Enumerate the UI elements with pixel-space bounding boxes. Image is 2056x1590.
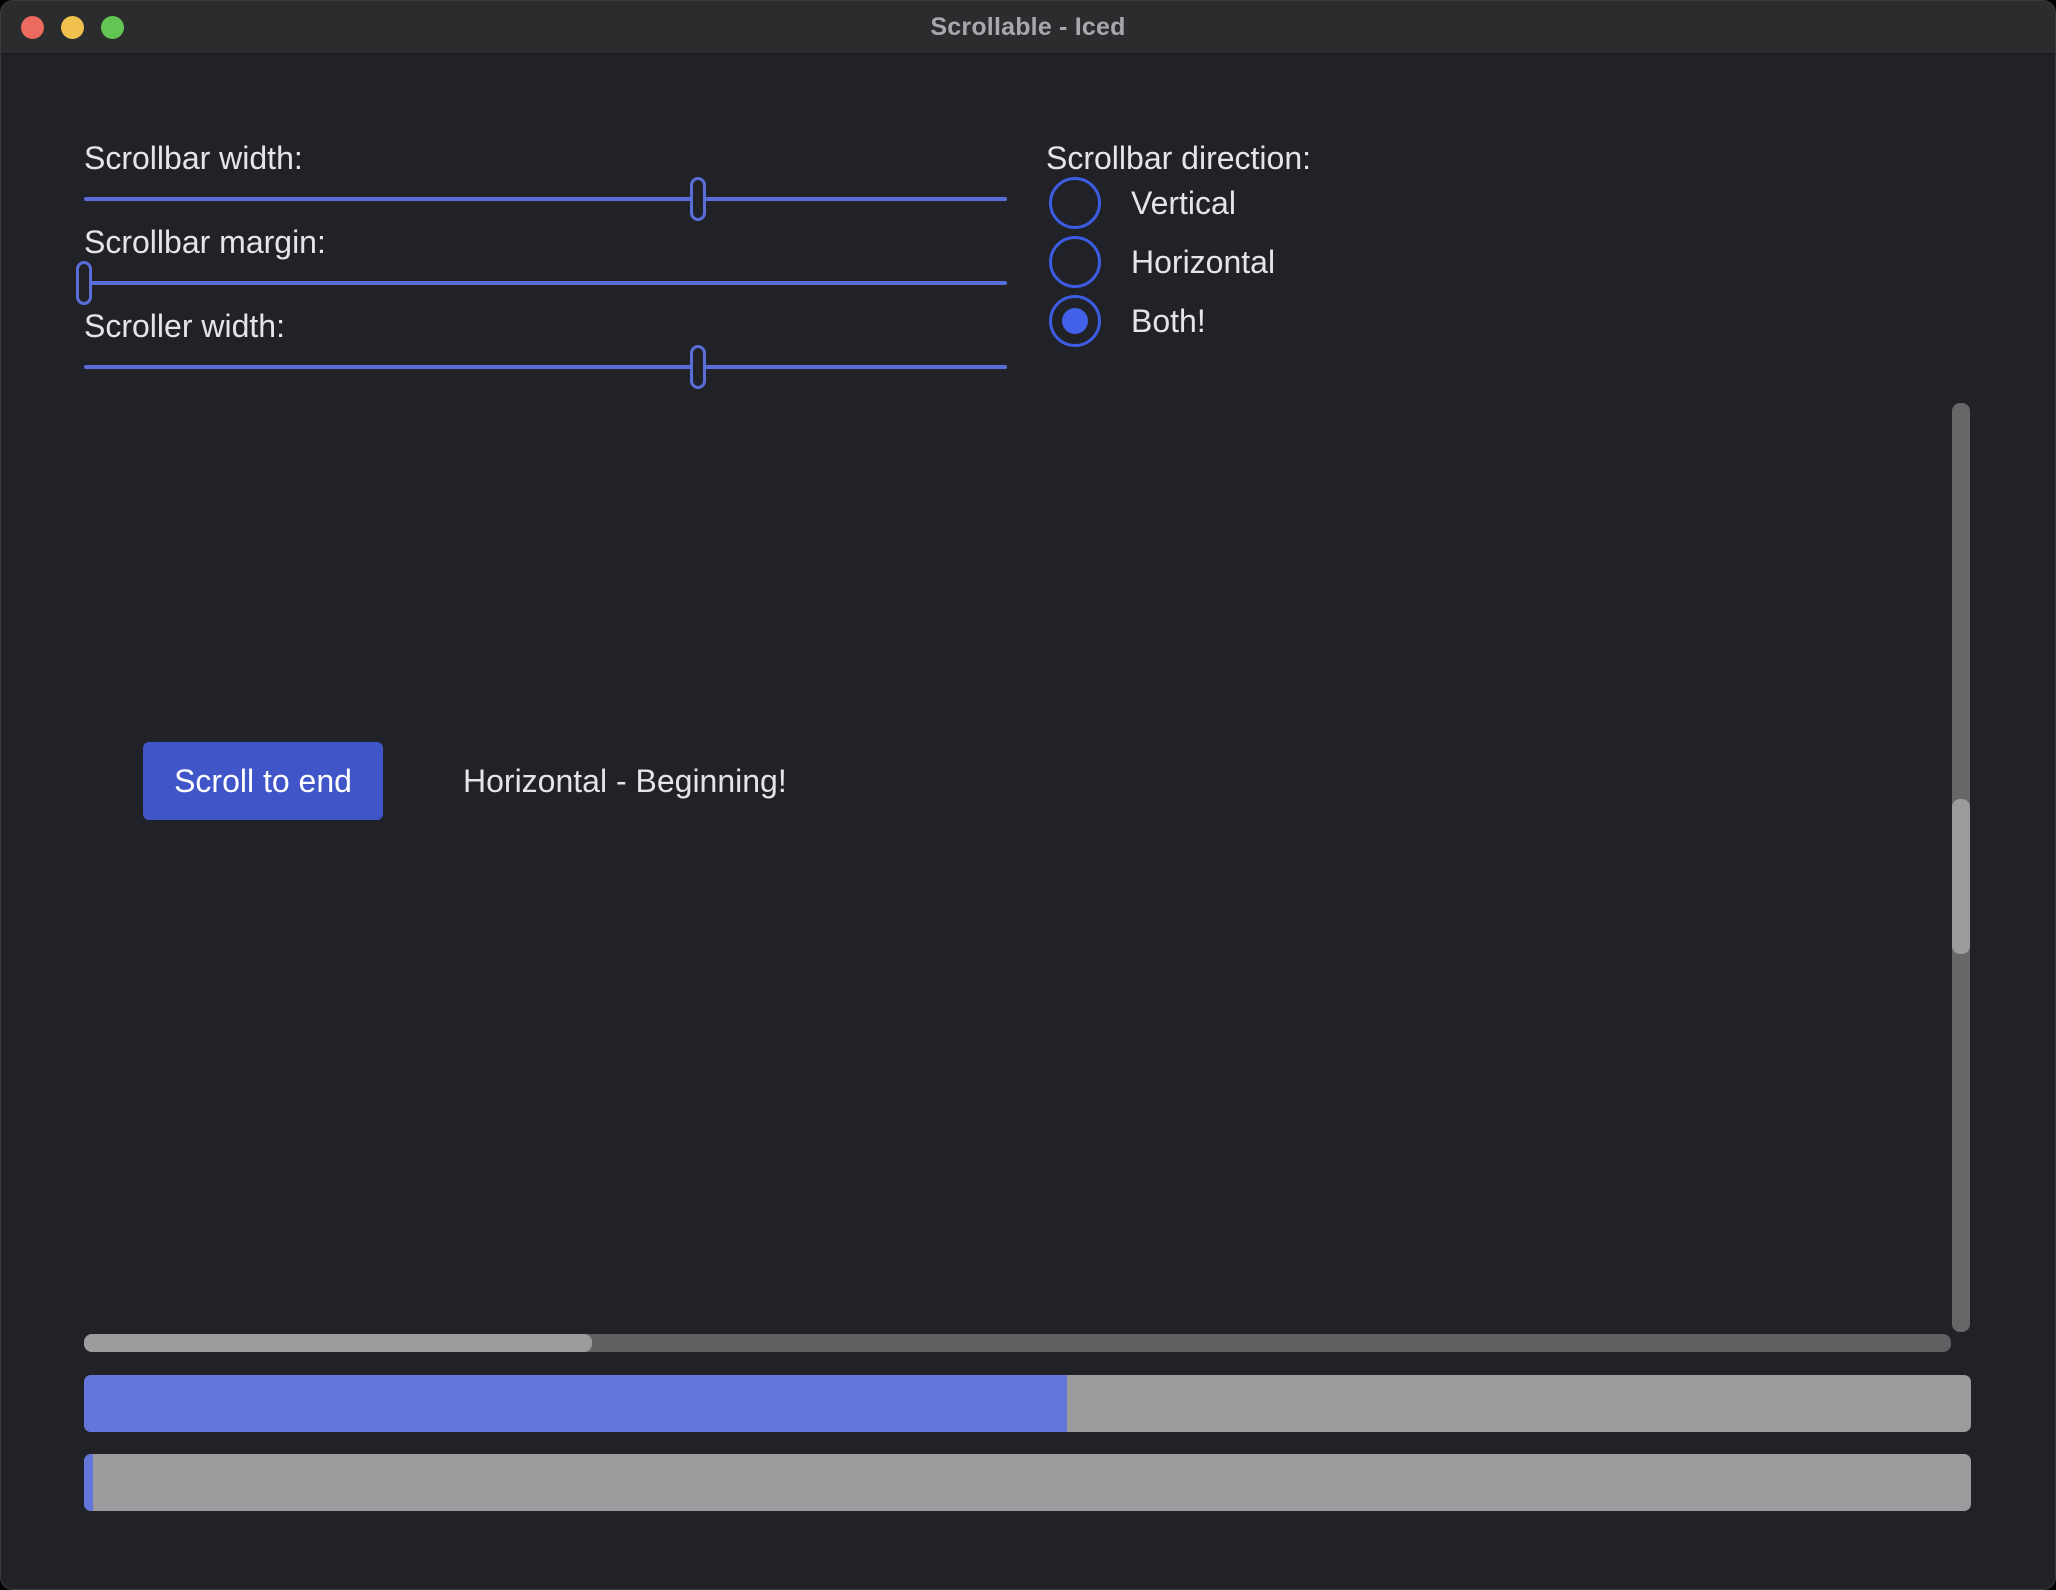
slider-rail[interactable] (84, 365, 1007, 369)
horizontal-scrollbar-thumb[interactable] (84, 1334, 592, 1352)
app-window: Scrollable - Iced Scrollbar width: Scrol… (0, 0, 2056, 1590)
scroll-to-end-button[interactable]: Scroll to end (143, 742, 383, 820)
window-title: Scrollable - Iced (930, 13, 1125, 42)
radio-option-both[interactable]: Both! (1049, 294, 1206, 348)
radio-circle-icon[interactable] (1049, 177, 1101, 229)
vertical-scrollbar-track[interactable] (1952, 403, 1970, 1332)
horizontal-scrollbar-track[interactable] (84, 1334, 1951, 1352)
scrollbar-margin-label: Scrollbar margin: (84, 222, 326, 262)
radio-circle-icon[interactable] (1049, 236, 1101, 288)
scrollbar-direction-label: Scrollbar direction: (1046, 138, 1311, 178)
progress-bar-2-fill (84, 1454, 93, 1511)
close-button[interactable] (21, 16, 44, 39)
slider-handle[interactable] (690, 177, 706, 221)
progress-bar-2 (84, 1454, 1971, 1511)
scrollbar-margin-slider[interactable] (84, 261, 1007, 305)
radio-option-horizontal[interactable]: Horizontal (1049, 235, 1275, 289)
scroller-width-label: Scroller width: (84, 306, 285, 346)
radio-label: Both! (1131, 303, 1206, 340)
slider-rail[interactable] (84, 197, 1007, 201)
radio-label: Vertical (1131, 185, 1236, 222)
scrollbar-width-slider[interactable] (84, 177, 1007, 221)
radio-dot (1062, 308, 1088, 334)
scrollbar-width-label: Scrollbar width: (84, 138, 303, 178)
titlebar: Scrollable - Iced (1, 1, 2055, 54)
slider-handle[interactable] (690, 345, 706, 389)
progress-bar-1 (84, 1375, 1971, 1432)
progress-bar-1-fill (84, 1375, 1067, 1432)
vertical-scrollbar-thumb[interactable] (1952, 799, 1970, 954)
slider-handle[interactable] (76, 261, 92, 305)
radio-option-vertical[interactable]: Vertical (1049, 176, 1236, 230)
radio-circle-icon[interactable] (1049, 295, 1101, 347)
minimize-button[interactable] (61, 16, 84, 39)
radio-label: Horizontal (1131, 244, 1275, 281)
scroller-width-slider[interactable] (84, 345, 1007, 389)
scroll-status-text: Horizontal - Beginning! (463, 761, 787, 801)
slider-rail[interactable] (84, 281, 1007, 285)
window-controls (21, 1, 124, 53)
zoom-button[interactable] (101, 16, 124, 39)
